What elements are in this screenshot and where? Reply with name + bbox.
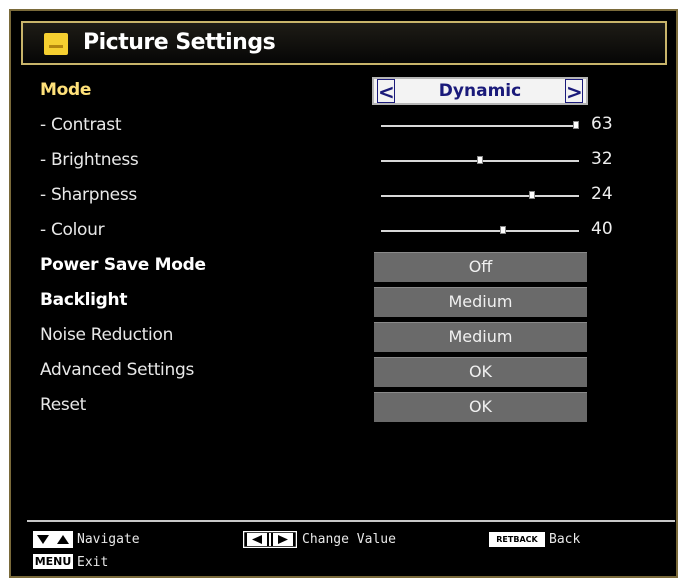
brightness-value: 32 — [591, 149, 613, 169]
advanced-settings-row[interactable]: Advanced Settings OK — [11, 355, 680, 387]
sharpness-label: - Sharpness — [40, 185, 137, 205]
contrast-row[interactable]: - Contrast 63 — [11, 110, 680, 142]
brightness-slider[interactable] — [381, 156, 579, 164]
mode-selector[interactable]: < Dynamic > — [372, 77, 588, 105]
sharpness-slider[interactable] — [381, 191, 579, 199]
slider-knob[interactable] — [529, 191, 535, 199]
advanced-settings-label: Advanced Settings — [40, 360, 195, 380]
navigate-hint: Navigate — [77, 532, 140, 547]
power-save-mode-row[interactable]: Power Save Mode Off — [11, 250, 680, 282]
backlight-value: Medium — [448, 292, 513, 311]
picture-settings-osd: Picture Settings Mode < Dynamic > - Cont… — [9, 9, 678, 578]
contrast-slider[interactable] — [381, 121, 579, 129]
slider-knob[interactable] — [477, 156, 483, 164]
colour-label: - Colour — [40, 220, 105, 240]
sharpness-value: 24 — [591, 184, 613, 204]
power-save-mode-label: Power Save Mode — [40, 255, 206, 275]
back-key: RETBACK — [489, 532, 545, 547]
down-up-arrows-icon — [33, 531, 73, 548]
mode-label: Mode — [40, 80, 92, 100]
reset-value-box[interactable]: OK — [374, 392, 587, 422]
left-right-arrows-icon — [242, 530, 298, 549]
brightness-row[interactable]: - Brightness 32 — [11, 145, 680, 177]
chevron-right-icon[interactable]: > — [565, 79, 583, 104]
noise-reduction-row[interactable]: Noise Reduction Medium — [11, 320, 680, 352]
reset-label: Reset — [40, 395, 86, 415]
slider-knob[interactable] — [500, 226, 506, 234]
change-value-keys — [242, 530, 298, 549]
noise-reduction-label: Noise Reduction — [40, 325, 174, 345]
back-hint: Back — [549, 532, 581, 547]
footer-divider — [27, 520, 675, 522]
mode-row[interactable]: Mode < Dynamic > — [11, 75, 680, 107]
power-save-mode-value-box[interactable]: Off — [374, 252, 587, 282]
advanced-settings-value-box[interactable]: OK — [374, 357, 587, 387]
slider-knob[interactable] — [573, 121, 579, 129]
advanced-settings-value: OK — [468, 362, 493, 381]
colour-slider[interactable] — [381, 226, 579, 234]
reset-value: OK — [468, 397, 493, 416]
navigate-keys — [33, 531, 73, 548]
noise-reduction-value-box[interactable]: Medium — [374, 322, 587, 352]
contrast-value: 63 — [591, 114, 613, 134]
colour-row[interactable]: - Colour 40 — [11, 215, 680, 247]
change-value-hint: Change Value — [302, 532, 396, 547]
colour-value: 40 — [591, 219, 613, 239]
chevron-left-icon[interactable]: < — [377, 79, 395, 104]
backlight-row[interactable]: Backlight Medium — [11, 285, 680, 317]
contrast-label: - Contrast — [40, 115, 122, 135]
backlight-value-box[interactable]: Medium — [374, 287, 587, 317]
menu-header: Picture Settings — [21, 21, 667, 65]
picture-icon — [44, 33, 68, 55]
page-title: Picture Settings — [83, 30, 276, 55]
backlight-label: Backlight — [40, 290, 128, 310]
brightness-label: - Brightness — [40, 150, 139, 170]
exit-hint: Exit — [77, 555, 109, 570]
mode-value: Dynamic — [438, 81, 522, 101]
reset-row[interactable]: Reset OK — [11, 390, 680, 422]
sharpness-row[interactable]: - Sharpness 24 — [11, 180, 680, 212]
noise-reduction-value: Medium — [448, 327, 513, 346]
power-save-mode-value: Off — [468, 257, 493, 276]
menu-key: MENU — [33, 554, 73, 569]
